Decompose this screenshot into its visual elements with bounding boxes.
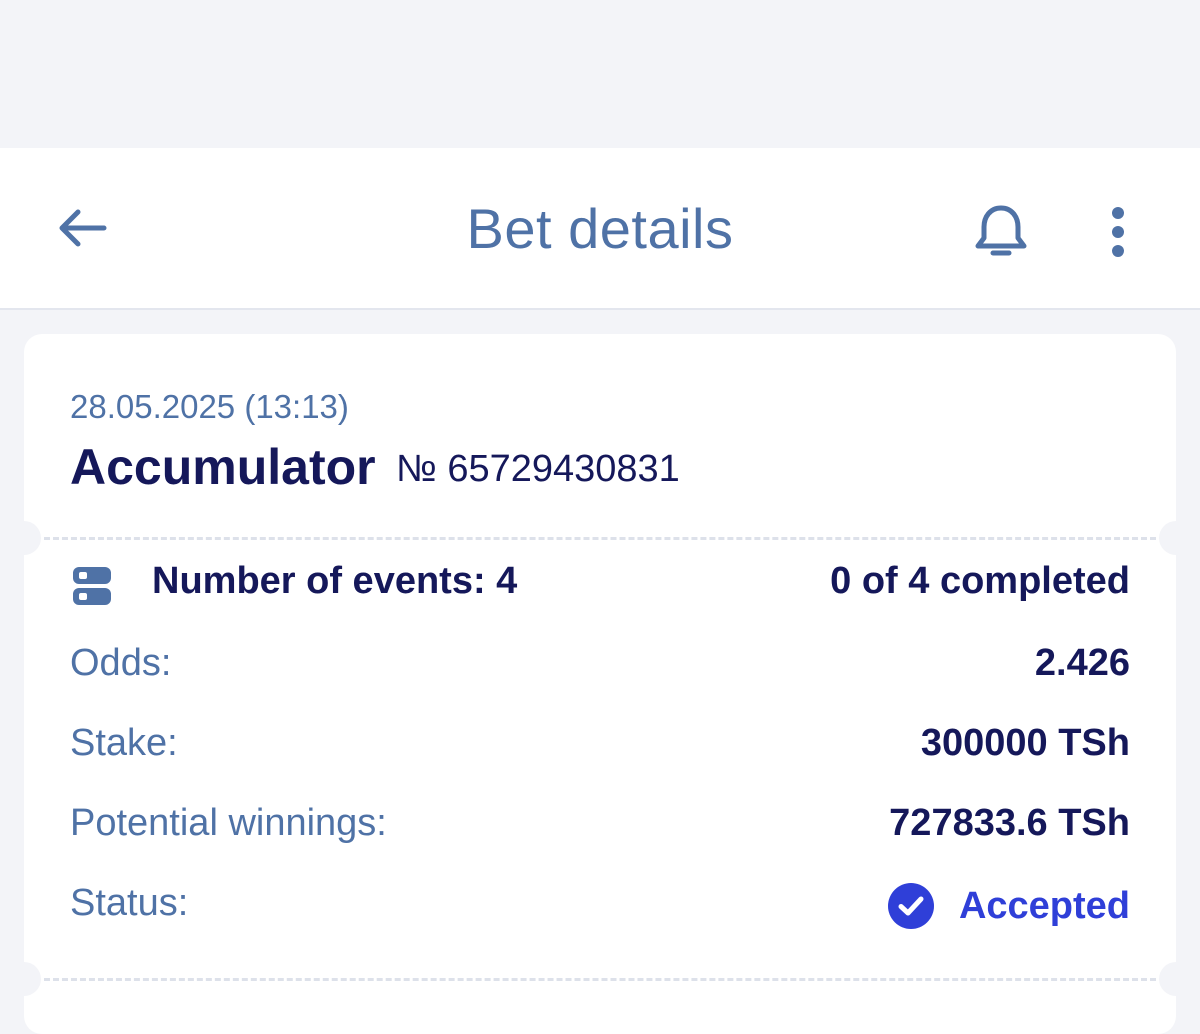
- bet-type: Accumulator: [70, 439, 376, 495]
- odds-row: Odds: 2.426: [70, 642, 1130, 694]
- ticket-notch-left: [7, 962, 41, 996]
- bet-number: № 65729430831: [396, 448, 680, 490]
- bell-icon: [975, 205, 1027, 256]
- winnings-value: 727833.6 TSh: [889, 802, 1130, 844]
- winnings-label: Potential winnings:: [70, 802, 387, 844]
- status-value: Accepted: [958, 884, 1130, 927]
- winnings-row: Potential winnings: 727833.6 TSh: [70, 802, 1130, 854]
- ticket-notch-right: [1159, 521, 1193, 555]
- events-count-label: Number of events: 4: [152, 560, 518, 602]
- ticket-divider: [44, 537, 1156, 540]
- odds-label: Odds:: [70, 642, 172, 684]
- status-label: Status:: [70, 882, 189, 924]
- status-row: Status: Accepted: [70, 882, 1130, 934]
- check-circle-icon: [887, 883, 934, 929]
- bet-date: 28.05.2025 (13:13): [70, 388, 349, 425]
- events-list-icon: [73, 567, 111, 605]
- ticket-notch-right: [1159, 962, 1193, 996]
- events-row[interactable]: Number of events: 4 0 of 4 completed: [70, 560, 1130, 612]
- ticket-divider: [44, 978, 1156, 981]
- notifications-button[interactable]: [968, 200, 1034, 264]
- status-badge: Accepted: [887, 882, 1130, 930]
- status-bar-area: [0, 0, 1200, 148]
- stake-row: Stake: 300000 TSh: [70, 722, 1130, 774]
- stake-label: Stake:: [70, 722, 178, 764]
- bet-card: 28.05.2025 (13:13) Accumulator № 6572943…: [7, 334, 1193, 1034]
- stake-value: 300000 TSh: [920, 722, 1130, 764]
- more-vertical-icon: [1112, 207, 1124, 257]
- ticket-notch-left: [7, 521, 41, 555]
- more-options-button[interactable]: [1098, 200, 1138, 264]
- events-progress: 0 of 4 completed: [830, 560, 1130, 602]
- app-bar: Bet details: [0, 148, 1200, 310]
- odds-value: 2.426: [1034, 642, 1130, 684]
